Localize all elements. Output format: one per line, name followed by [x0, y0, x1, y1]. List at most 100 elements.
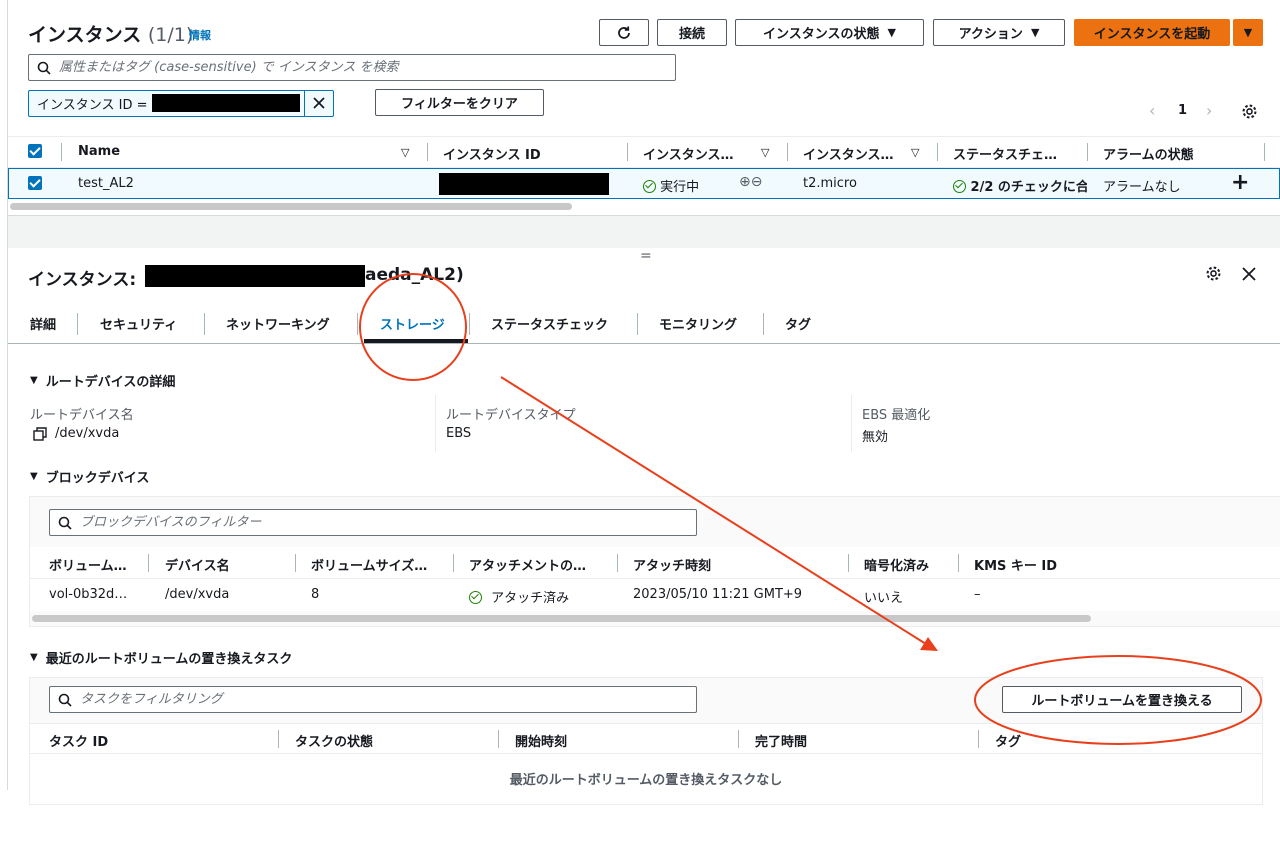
header-divider [978, 730, 979, 748]
block-table-scrollbar[interactable] [32, 615, 1091, 622]
tab-networking[interactable]: ネットワーキング [226, 314, 330, 333]
refresh-button[interactable] [599, 19, 649, 46]
sort-icon[interactable]: ▽ [911, 146, 919, 159]
instance-state-label: インスタンスの状態 [763, 27, 880, 42]
zoom-icons[interactable]: ⊕⊖ [739, 174, 762, 190]
block-device-filter[interactable] [49, 509, 697, 536]
select-all-checkbox[interactable] [28, 144, 42, 158]
header-divider [278, 730, 279, 748]
actions-button[interactable]: アクション ▼ [933, 19, 1065, 46]
col-device-name[interactable]: デバイス名 [165, 555, 230, 574]
caret-down-icon: ▼ [30, 375, 38, 386]
task-filter[interactable] [49, 686, 697, 713]
header-divider [627, 143, 628, 161]
tab-monitoring[interactable]: モニタリング [659, 314, 737, 333]
redacted-detail-id [145, 265, 365, 287]
clear-filters-button[interactable]: フィルターをクリア [375, 89, 544, 116]
header-divider [787, 143, 788, 161]
volume-size-cell: 8 [311, 587, 320, 602]
block-devices-section-title: ブロックデバイス [45, 471, 150, 486]
column-divider [851, 395, 852, 452]
replace-root-volume-button[interactable]: ルートボリュームを置き換える [1002, 686, 1242, 713]
col-task-status[interactable]: タスクの状態 [295, 731, 373, 750]
pagination-prev-icon[interactable]: ‹ [1149, 101, 1155, 120]
header-divider [453, 554, 454, 572]
resize-handle[interactable]: = [640, 248, 652, 264]
task-filter-input[interactable] [80, 692, 655, 707]
col-volume-id[interactable]: ボリューム… [49, 555, 127, 574]
header-divider [848, 554, 849, 572]
col-kms-key-id[interactable]: KMS キー ID [974, 555, 1057, 574]
col-instance-id[interactable]: インスタンス ID [443, 144, 541, 163]
instance-search-input[interactable] [59, 60, 634, 75]
sort-icon[interactable]: ▽ [761, 146, 769, 159]
col-tags[interactable]: タグ [995, 731, 1021, 750]
connect-button[interactable]: 接続 [657, 19, 727, 46]
col-alarm-status[interactable]: アラームの状態 [1103, 144, 1194, 163]
root-device-name: /dev/xvda [33, 426, 119, 441]
tab-divider [469, 313, 470, 335]
copy-icon[interactable] [33, 426, 47, 441]
col-attachment-status[interactable]: アタッチメントの… [469, 555, 586, 574]
tabs-bottom-border [8, 343, 1280, 344]
col-instance-type[interactable]: インスタンス… [803, 144, 893, 163]
sort-icon[interactable]: ▽ [401, 146, 409, 159]
tab-divider [77, 313, 78, 335]
header-divider [148, 554, 149, 572]
attachment-status-cell: アタッチ済み [469, 587, 569, 606]
pagination-next-icon[interactable]: › [1206, 101, 1212, 120]
add-alarm-icon[interactable]: + [1231, 170, 1249, 195]
ebs-optimized-value: 無効 [862, 430, 889, 445]
tab-divider [204, 313, 205, 335]
pagination-page[interactable]: 1 [1178, 103, 1187, 118]
launch-instance-button[interactable]: インスタンスを起動 [1074, 19, 1230, 46]
detail-title: インスタンス: [28, 265, 136, 290]
header-divider [937, 143, 938, 161]
caret-down-icon: ▼ [30, 471, 38, 482]
gear-icon[interactable] [1205, 265, 1222, 282]
row-checkbox[interactable] [28, 176, 42, 190]
tab-tags[interactable]: タグ [785, 314, 811, 333]
tab-status-checks[interactable]: ステータスチェック [491, 314, 608, 333]
kms-key-cell: – [974, 587, 981, 602]
success-icon [643, 180, 656, 193]
close-icon[interactable] [312, 96, 326, 110]
filter-token-close-divider [304, 91, 305, 116]
info-link[interactable]: 情報 [189, 27, 211, 43]
col-task-id[interactable]: タスク ID [49, 731, 108, 750]
block-devices-section-toggle[interactable]: ▼ ブロックデバイス [30, 467, 149, 486]
block-device-filter-input[interactable] [80, 515, 655, 530]
instance-search[interactable] [28, 54, 676, 81]
row-state: 実行中 [643, 176, 699, 195]
col-name[interactable]: Name [78, 144, 120, 159]
launch-dropdown-button[interactable]: ▼ [1233, 19, 1263, 46]
col-completion-time[interactable]: 完了時間 [755, 731, 807, 750]
col-instance-state[interactable]: インスタンス… [643, 144, 733, 163]
attachment-status-label: アタッチ済み [491, 591, 570, 606]
tab-security[interactable]: セキュリティ [100, 314, 177, 333]
instance-count: (1/1) [147, 24, 194, 46]
tab-storage[interactable]: ストレージ [380, 314, 445, 333]
instance-state-button[interactable]: インスタンスの状態 ▼ [735, 19, 924, 46]
row-type: t2.micro [803, 176, 857, 191]
tab-divider [763, 313, 764, 335]
root-device-section-toggle[interactable]: ▼ ルートデバイスの詳細 [30, 371, 175, 390]
replace-tasks-section-toggle[interactable]: ▼ 最近のルートボリュームの置き換えタスク [30, 648, 292, 667]
volume-id-link[interactable]: vol-0b32d… [49, 587, 127, 602]
col-volume-size[interactable]: ボリュームサイズ… [311, 555, 427, 574]
col-attach-time[interactable]: アタッチ時刻 [633, 555, 711, 574]
actions-label: アクション [958, 27, 1023, 42]
split-bar [8, 215, 1280, 248]
header-divider [617, 554, 618, 572]
gear-icon[interactable] [1241, 103, 1258, 120]
tab-details[interactable]: 詳細 [30, 314, 56, 333]
detail-title-suffix: aeda_AL2) [365, 265, 464, 285]
header-divider [738, 730, 739, 748]
col-encrypted[interactable]: 暗号化済み [864, 555, 929, 574]
row-name: test_AL2 [78, 176, 134, 191]
col-status-check[interactable]: ステータスチェ… [953, 144, 1057, 163]
close-icon[interactable] [1242, 267, 1256, 281]
col-start-time[interactable]: 開始時刻 [515, 731, 567, 750]
table-scrollbar[interactable] [10, 203, 572, 210]
redacted-instance-id [439, 173, 609, 195]
